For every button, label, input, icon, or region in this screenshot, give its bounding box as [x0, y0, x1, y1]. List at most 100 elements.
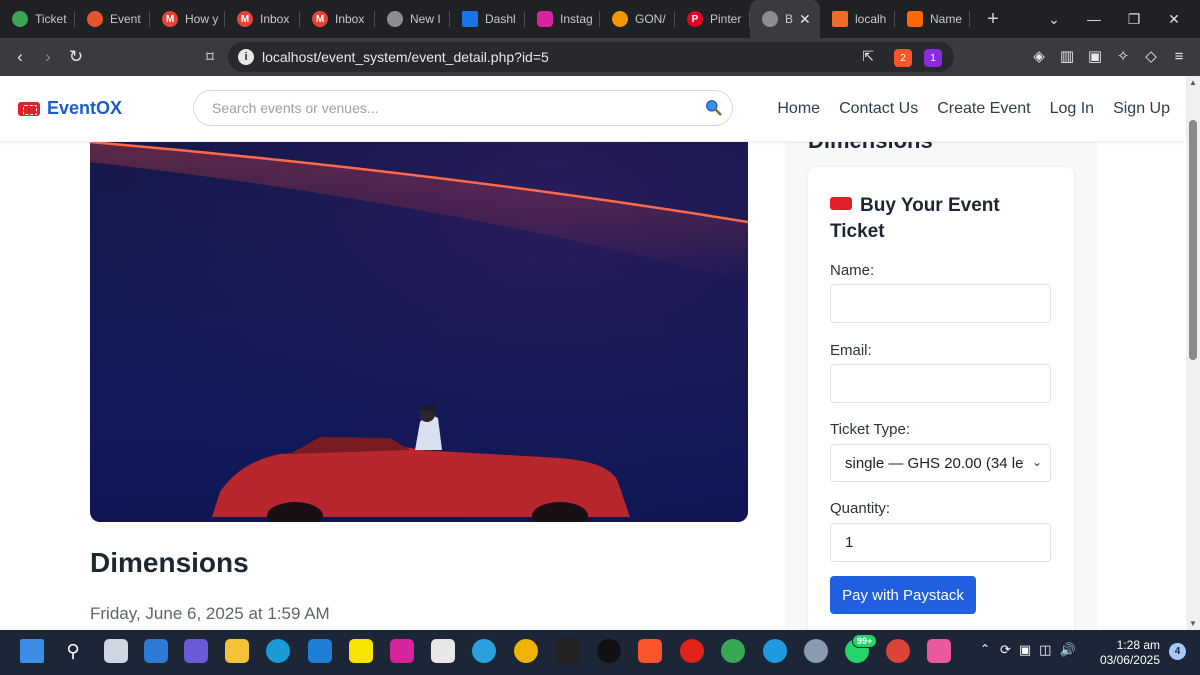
ticket-purchase-card: Buy Your Event Ticket Name: Email: Ticke…: [808, 167, 1074, 630]
notification-count-badge: 99+: [852, 634, 878, 648]
forward-icon[interactable]: ›: [34, 47, 62, 67]
search-icon[interactable]: ⚲: [61, 639, 85, 663]
minimize-icon[interactable]: —: [1074, 0, 1114, 38]
gmail-icon: M: [312, 11, 328, 27]
start-icon[interactable]: [20, 639, 44, 663]
extensions-icon[interactable]: ✧: [1114, 48, 1132, 66]
event-title: Dimensions: [90, 547, 249, 578]
search-input[interactable]: [212, 100, 692, 116]
brave-rewards-icon[interactable]: 1: [924, 49, 942, 67]
browser-tab[interactable]: Dashl: [450, 0, 525, 38]
nav-log-in[interactable]: Log In: [1050, 100, 1094, 118]
chrome-icon[interactable]: [721, 639, 745, 663]
brave-icon[interactable]: [638, 639, 662, 663]
browser-tab[interactable]: New I: [375, 0, 450, 38]
new-tab-button[interactable]: +: [978, 8, 1008, 31]
notification-center-badge[interactable]: 4: [1169, 643, 1186, 660]
bookmark-icon[interactable]: ⌑: [196, 48, 224, 66]
file-explorer-icon[interactable]: [225, 639, 249, 663]
sidebar-icon[interactable]: ▥: [1058, 48, 1076, 66]
main-nav: Home Contact Us Create Event Log In Sign…: [777, 100, 1170, 118]
ticket-icon: [830, 197, 852, 210]
vpn-icon[interactable]: ◇: [1142, 48, 1160, 66]
browser-tab[interactable]: Name: [895, 0, 970, 38]
share-icon[interactable]: ⇱: [862, 48, 874, 65]
scroll-up-icon[interactable]: ▲: [1189, 78, 1197, 87]
vscode-icon[interactable]: [308, 639, 332, 663]
instagram-icon[interactable]: [390, 639, 414, 663]
browser-tab[interactable]: P Pinter: [675, 0, 750, 38]
wallet-icon[interactable]: ▣: [1086, 48, 1104, 66]
ticket-icon: [18, 101, 40, 116]
event-artwork: [90, 142, 748, 522]
browser-tab[interactable]: Event: [75, 0, 150, 38]
nav-sign-up[interactable]: Sign Up: [1113, 100, 1170, 118]
address-bar[interactable]: i localhost/event_system/event_detail.ph…: [228, 42, 954, 72]
store-icon[interactable]: [431, 639, 455, 663]
app-icon[interactable]: [763, 639, 787, 663]
app-icon[interactable]: [514, 639, 538, 663]
brand-logo[interactable]: EventOX: [18, 98, 122, 119]
nav-home[interactable]: Home: [777, 100, 820, 118]
close-tab-icon[interactable]: ✕: [799, 11, 811, 28]
name-field[interactable]: [830, 284, 1051, 323]
event-image: [90, 142, 748, 522]
ticket-form-heading: Buy Your Event Ticket: [830, 195, 1000, 242]
dashboard-icon: [462, 11, 478, 27]
tab-favicon-icon: [907, 11, 923, 27]
tab-favicon-icon: [612, 11, 628, 27]
menu-icon[interactable]: ≡: [1170, 48, 1188, 66]
system-tray-icons[interactable]: ⟳▣◫🔊: [1000, 642, 1084, 658]
brave-shield-icon[interactable]: 2: [894, 49, 912, 67]
widgets-icon[interactable]: [144, 639, 168, 663]
instagram-icon: [537, 11, 553, 27]
browser-tab-active[interactable]: B ✕: [750, 0, 820, 38]
email-field[interactable]: [830, 364, 1051, 403]
browser-toolbar: ‹ › ↻ ⌑ i localhost/event_system/event_d…: [0, 38, 1200, 76]
browser-tab-strip: Ticket Event M How y M Inbox M Inbox New I …: [0, 0, 1200, 38]
telegram-icon[interactable]: [472, 639, 496, 663]
leo-ai-icon[interactable]: ◈: [1030, 48, 1048, 66]
system-clock[interactable]: 1:28 am 03/06/2025: [1100, 638, 1160, 668]
snipping-tool-icon[interactable]: [927, 639, 951, 663]
audiomack-icon[interactable]: [556, 639, 580, 663]
back-icon[interactable]: ‹: [6, 47, 34, 67]
snapchat-icon[interactable]: [349, 639, 373, 663]
url-text: localhost/event_system/event_detail.php?…: [262, 49, 549, 65]
browser-tab[interactable]: M Inbox: [300, 0, 375, 38]
globe-icon: [762, 11, 778, 27]
reload-icon[interactable]: ↻: [62, 47, 90, 67]
scroll-down-icon[interactable]: ▼: [1189, 619, 1197, 628]
tab-search-icon[interactable]: ⌄: [1034, 0, 1074, 38]
pinterest-icon: P: [687, 11, 703, 27]
nav-create-event[interactable]: Create Event: [937, 100, 1030, 118]
quantity-label: Quantity:: [830, 500, 891, 517]
chevron-down-icon: ⌄: [1031, 455, 1042, 469]
pay-with-paystack-button[interactable]: Pay with Paystack: [830, 576, 976, 614]
settings-icon[interactable]: [804, 639, 828, 663]
quantity-field[interactable]: [830, 523, 1051, 562]
browser-tab[interactable]: Ticket: [0, 0, 75, 38]
browser-tab[interactable]: M Inbox: [225, 0, 300, 38]
chrome-icon[interactable]: [886, 639, 910, 663]
site-info-icon[interactable]: i: [238, 49, 254, 65]
window-close-icon[interactable]: ✕: [1154, 0, 1194, 38]
browser-tab[interactable]: M How y: [150, 0, 225, 38]
browser-tab[interactable]: GON/: [600, 0, 675, 38]
restore-icon[interactable]: ❐: [1114, 0, 1154, 38]
browser-tab[interactable]: localh: [820, 0, 895, 38]
page-scrollbar[interactable]: ▲ ▼: [1186, 76, 1200, 630]
nav-contact-us[interactable]: Contact Us: [839, 100, 918, 118]
search-icon[interactable]: [705, 99, 722, 116]
teams-icon[interactable]: [184, 639, 208, 663]
tiktok-icon[interactable]: [597, 639, 621, 663]
edge-icon[interactable]: [266, 639, 290, 663]
browser-tab[interactable]: Instag: [525, 0, 600, 38]
wps-icon[interactable]: [680, 639, 704, 663]
gmail-icon: M: [237, 11, 253, 27]
task-view-icon[interactable]: [104, 639, 128, 663]
ticket-type-select[interactable]: single — GHS 20.00 (34 left) ⌄: [830, 444, 1051, 482]
scrollbar-thumb[interactable]: [1189, 120, 1197, 360]
tab-favicon-icon: [87, 11, 103, 27]
show-hidden-icons[interactable]: ⌃: [980, 642, 990, 656]
